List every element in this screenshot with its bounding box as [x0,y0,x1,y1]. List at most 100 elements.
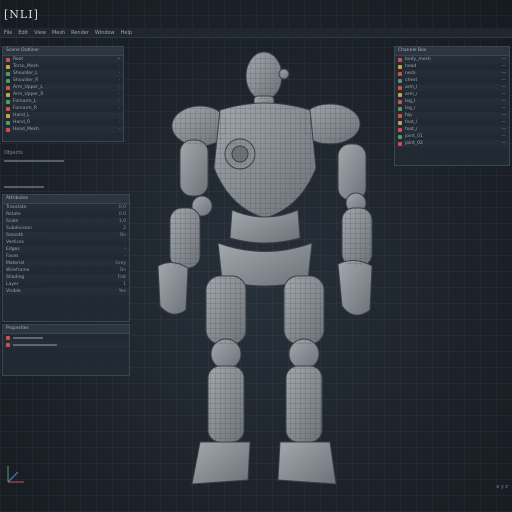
status-dot [398,120,402,125]
attribute-row[interactable]: Subdivision 2 [3,225,129,232]
attribute-row[interactable]: Material Grey [3,260,129,267]
attribute-row[interactable]: Faces - [3,253,129,260]
channel-row[interactable]: arm_l — [395,84,509,91]
attribute-row[interactable]: Rotate 0.0 [3,211,129,218]
channel-value: — [501,141,507,146]
status-dot [398,141,402,146]
status-dot [398,57,402,62]
outliner-row[interactable]: Shoulder_R · [3,77,123,84]
status-dot [6,85,10,90]
outliner-row[interactable]: Torso_Mesh · [3,63,123,70]
status-dot [398,106,402,111]
attribute-row[interactable]: Visible Yes [3,288,129,295]
channel-label: head [405,64,417,69]
outliner-row[interactable]: Arm_Upper_L · [3,84,123,91]
attribute-label: Layer [6,282,19,287]
attribute-label: Rotate [6,212,21,217]
channel-row[interactable]: foot_l — [395,119,509,126]
property-row[interactable] [3,334,129,341]
attribute-value: - [124,247,126,252]
channel-row[interactable]: foot_r — [395,126,509,133]
status-dot [6,78,10,83]
attribute-label: Translate [6,205,27,210]
property-row[interactable] [3,341,129,348]
robot-foot-right [277,441,337,485]
status-dot [398,113,402,118]
robot-model[interactable] [150,48,380,498]
attribute-row[interactable]: Scale 1.0 [3,218,129,225]
attribute-label: Vertices [6,240,24,245]
channel-row[interactable]: arm_r — [395,91,509,98]
menu-item-edit[interactable]: Edit [18,30,28,36]
outliner-label: Head_Mesh [13,127,39,132]
attribute-row[interactable]: Translate 0.0 [3,204,129,211]
menu-item-view[interactable]: View [34,30,46,36]
outliner-value: · [118,120,120,125]
channel-value: — [501,64,507,69]
channel-row[interactable]: hip — [395,112,509,119]
attribute-value: - [124,240,126,245]
menubar: File Edit View Mesh Render Window Help [0,28,512,38]
channel-label: hip [405,113,412,118]
attribute-value: - [124,254,126,259]
outliner-value: · [118,78,120,83]
outliner-row[interactable]: Forearm_L · [3,98,123,105]
status-dot [6,92,10,97]
outliner-row[interactable]: Head_Mesh · [3,126,123,133]
channel-row[interactable]: chest — [395,77,509,84]
app-title: [NLI] [4,8,39,21]
panel-header: Attributes [3,195,129,204]
attribute-row[interactable]: Wireframe On [3,267,129,274]
attribute-row[interactable]: Layer 1 [3,281,129,288]
outliner-label: Forearm_R [13,106,37,111]
channel-row[interactable]: leg_r — [395,105,509,112]
status-dot [6,113,10,118]
outliner-label: Hand_L [13,113,30,118]
divider [4,160,64,162]
panel-header: Properties [3,325,129,334]
outliner-row[interactable]: Hand_L · [3,112,123,119]
attribute-row[interactable]: Edges - [3,246,129,253]
robot-head [245,51,283,101]
status-dot [398,99,402,104]
menu-item-help[interactable]: Help [121,30,132,36]
attribute-value: Flat [117,275,126,280]
status-dot [6,120,10,125]
attribute-value: On [119,268,126,273]
outliner-row[interactable]: Shoulder_L · [3,70,123,77]
channel-row[interactable]: joint_02 — [395,140,509,147]
channel-value: — [501,71,507,76]
outliner-row[interactable]: Forearm_R · [3,105,123,112]
attribute-row[interactable]: Vertices - [3,239,129,246]
outliner-row[interactable]: Root • [3,56,123,63]
attribute-row[interactable]: Smooth On [3,232,129,239]
channel-row[interactable]: head — [395,63,509,70]
attribute-value: On [119,233,126,238]
panel-header: Scene Outliner [3,47,123,56]
axis-gizmo-icon [7,466,24,483]
attribute-row[interactable]: Shading Flat [3,274,129,281]
outliner-footer: Objects [4,150,23,156]
channel-value: — [501,106,507,111]
outliner-label: Shoulder_L [13,71,38,76]
outliner-value: · [118,71,120,76]
menu-item-mesh[interactable]: Mesh [52,30,65,36]
channel-row[interactable]: body_mesh — [395,56,509,63]
channel-row[interactable]: joint_01 — [395,133,509,140]
outliner-row[interactable]: Hand_R · [3,119,123,126]
menu-item-render[interactable]: Render [71,30,89,36]
outliner-label: Hand_R [13,120,31,125]
attribute-label: Material [6,261,25,266]
outliner-value: • [117,57,120,62]
channel-row[interactable]: neck — [395,70,509,77]
channel-label: joint_02 [405,141,423,146]
status-dot [398,92,402,97]
channel-value: — [501,57,507,62]
menu-item-window[interactable]: Window [95,30,115,36]
menu-item-file[interactable]: File [4,30,12,36]
outliner-row[interactable]: Arm_Upper_R · [3,91,123,98]
attribute-label: Wireframe [6,268,30,273]
channel-row[interactable]: leg_l — [395,98,509,105]
attribute-value: 0.0 [118,212,126,217]
channel-value: — [501,78,507,83]
